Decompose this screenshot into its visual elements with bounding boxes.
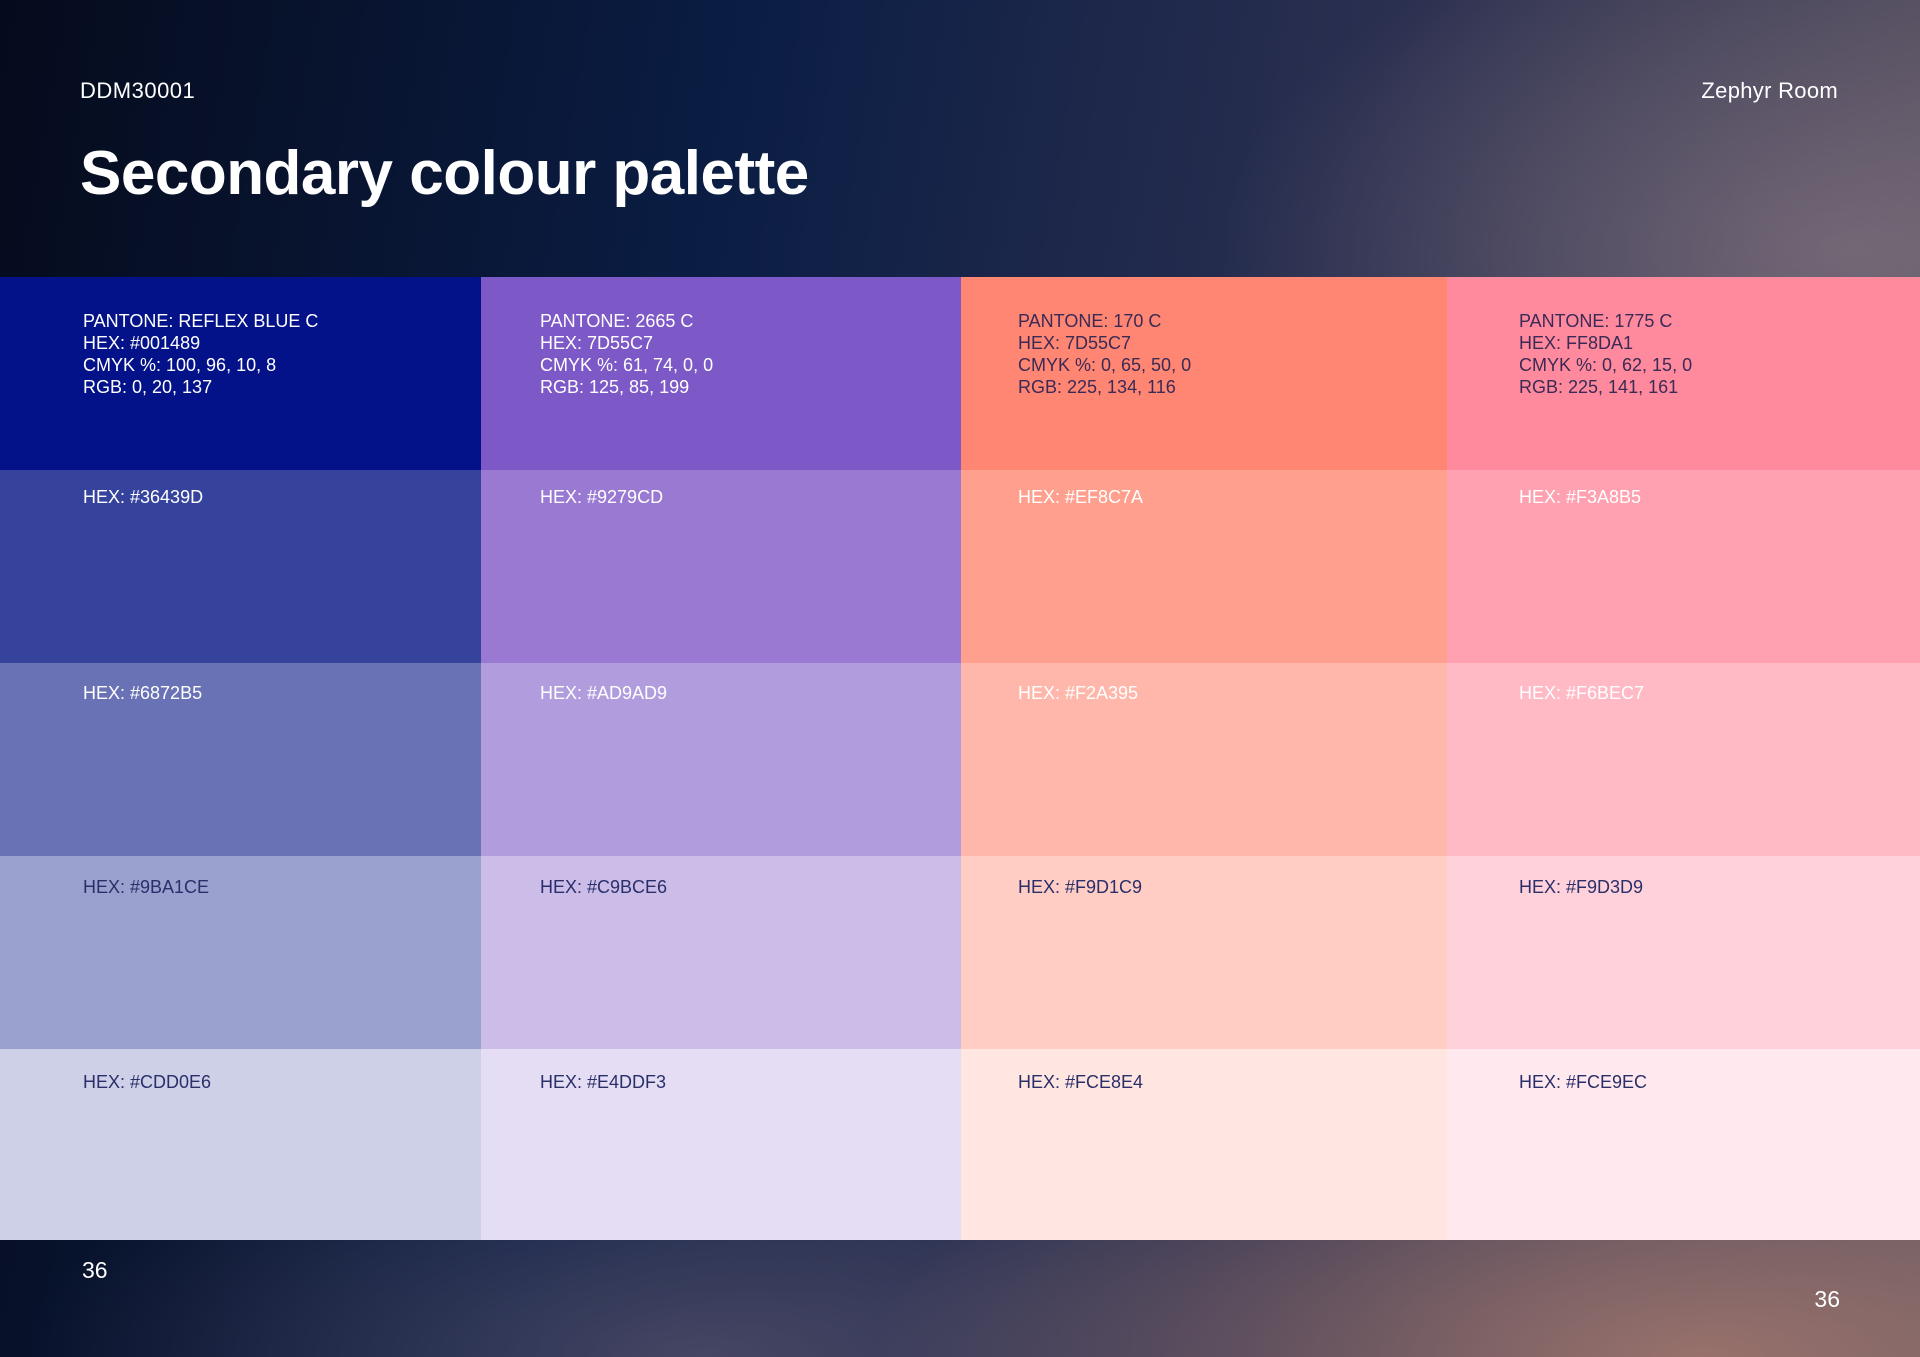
tint-hex-label: HEX: #EF8C7A <box>1018 487 1144 507</box>
rgb-label: RGB: 125, 85, 199 <box>540 377 690 397</box>
cmyk-label: CMYK %: 0, 65, 50, 0 <box>1018 355 1192 375</box>
pantone-label: PANTONE: 2665 C <box>540 311 694 331</box>
swatch-tint: HEX: #F3A8B5 <box>1447 470 1920 663</box>
cmyk-label: CMYK %: 100, 96, 10, 8 <box>83 355 277 375</box>
swatch-primary: PANTONE: 2665 C HEX: 7D55C7 CMYK %: 61, … <box>481 277 961 470</box>
swatch-primary: PANTONE: REFLEX BLUE C HEX: #001489 CMYK… <box>0 277 481 470</box>
swatch-specs: PANTONE: 1775 C HEX: FF8DA1 CMYK %: 0, 6… <box>1519 310 1692 398</box>
swatch-primary: PANTONE: 170 C HEX: 7D55C7 CMYK %: 0, 65… <box>961 277 1447 470</box>
page-title: Secondary colour palette <box>80 139 809 208</box>
swatch-tint: HEX: #FCE8E4 <box>961 1049 1447 1240</box>
tint-hex-label: HEX: #36439D <box>83 487 204 507</box>
rgb-label: RGB: 225, 134, 116 <box>1018 377 1176 397</box>
hex-label: HEX: #001489 <box>83 333 201 353</box>
swatch-specs: PANTONE: REFLEX BLUE C HEX: #001489 CMYK… <box>83 310 318 398</box>
brand-name: Zephyr Room <box>1701 78 1838 103</box>
swatch-tint: HEX: #36439D <box>0 470 481 663</box>
swatch-tint: HEX: #EF8C7A <box>961 470 1447 663</box>
swatch-tint: HEX: #AD9AD9 <box>481 663 961 856</box>
swatch-tint: HEX: #F6BEC7 <box>1447 663 1920 856</box>
swatch-tint: HEX: #6872B5 <box>0 663 481 856</box>
colour-palette-grid: PANTONE: REFLEX BLUE C HEX: #001489 CMYK… <box>0 277 1920 1240</box>
tint-hex-label: HEX: #F9D1C9 <box>1018 877 1143 897</box>
swatch-primary: PANTONE: 1775 C HEX: FF8DA1 CMYK %: 0, 6… <box>1447 277 1920 470</box>
swatch-tint: HEX: #9279CD <box>481 470 961 663</box>
page-number-left: 36 <box>82 1257 108 1283</box>
swatch-tint: HEX: #F9D3D9 <box>1447 856 1920 1049</box>
tint-hex-label: HEX: #E4DDF3 <box>540 1072 667 1092</box>
pantone-label: PANTONE: 1775 C <box>1519 311 1673 331</box>
cmyk-label: CMYK %: 0, 62, 15, 0 <box>1519 355 1693 375</box>
tint-hex-label: HEX: #6872B5 <box>83 683 203 703</box>
tint-hex-label: HEX: #F9D3D9 <box>1519 877 1644 897</box>
tint-hex-label: HEX: #F3A8B5 <box>1519 487 1642 507</box>
tint-hex-label: HEX: #F2A395 <box>1018 683 1139 703</box>
swatch-tint: HEX: #F2A395 <box>961 663 1447 856</box>
swatch-tint: HEX: #C9BCE6 <box>481 856 961 1049</box>
tint-hex-label: HEX: #FCE9EC <box>1519 1072 1648 1092</box>
tint-hex-label: HEX: #F6BEC7 <box>1519 683 1645 703</box>
tint-hex-label: HEX: #9BA1CE <box>83 877 210 897</box>
pantone-label: PANTONE: REFLEX BLUE C <box>83 311 319 331</box>
page-number-right: 36 <box>1814 1286 1840 1312</box>
tint-hex-label: HEX: #FCE8E4 <box>1018 1072 1144 1092</box>
hex-label: HEX: 7D55C7 <box>1018 333 1132 353</box>
hex-label: HEX: FF8DA1 <box>1519 333 1634 353</box>
pantone-label: PANTONE: 170 C <box>1018 311 1162 331</box>
swatch-tint: HEX: #CDD0E6 <box>0 1049 481 1240</box>
swatch-tint: HEX: #E4DDF3 <box>481 1049 961 1240</box>
rgb-label: RGB: 225, 141, 161 <box>1519 377 1679 397</box>
hex-label: HEX: 7D55C7 <box>540 333 654 353</box>
swatch-tint: HEX: #9BA1CE <box>0 856 481 1049</box>
cmyk-label: CMYK %: 61, 74, 0, 0 <box>540 355 714 375</box>
tint-hex-label: HEX: #C9BCE6 <box>540 877 668 897</box>
rgb-label: RGB: 0, 20, 137 <box>83 377 213 397</box>
tint-hex-label: HEX: #9279CD <box>540 487 664 507</box>
tint-hex-label: HEX: #AD9AD9 <box>540 683 668 703</box>
swatch-tint: HEX: #FCE9EC <box>1447 1049 1920 1240</box>
swatch-specs: PANTONE: 170 C HEX: 7D55C7 CMYK %: 0, 65… <box>1018 310 1191 398</box>
document-code: DDM30001 <box>80 78 196 103</box>
tint-hex-label: HEX: #CDD0E6 <box>83 1072 212 1092</box>
swatch-tint: HEX: #F9D1C9 <box>961 856 1447 1049</box>
swatch-specs: PANTONE: 2665 C HEX: 7D55C7 CMYK %: 61, … <box>540 310 713 398</box>
